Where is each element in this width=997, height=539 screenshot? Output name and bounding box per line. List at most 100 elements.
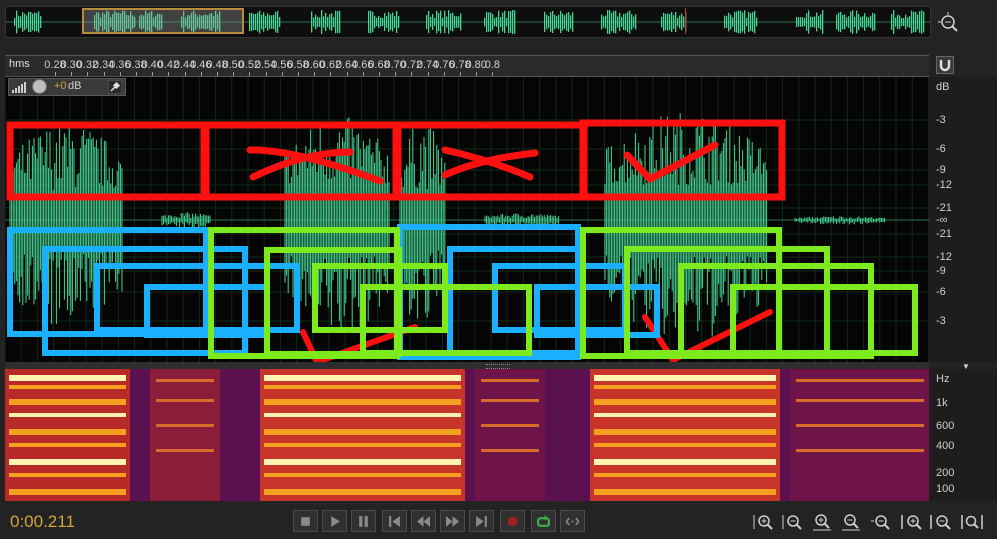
ruler-tick-mark bbox=[411, 72, 413, 76]
zoom-reset-icon[interactable] bbox=[869, 512, 893, 532]
zoom-in-amplitude-icon[interactable] bbox=[752, 512, 776, 532]
spectral-harmonic bbox=[594, 459, 776, 465]
ruler-tick-mark bbox=[217, 72, 218, 76]
spectral-burst bbox=[790, 369, 929, 501]
stop-button[interactable] bbox=[293, 510, 318, 532]
snap-magnet-button[interactable] bbox=[936, 56, 954, 74]
overview-viewport-handle[interactable] bbox=[82, 8, 244, 34]
hz-scale: Hz 1k 600 400 200 100 bbox=[929, 369, 997, 501]
zoom-in-point-icon[interactable] bbox=[900, 512, 924, 532]
ruler-tick-mark bbox=[87, 72, 89, 76]
gain-knob[interactable] bbox=[32, 79, 47, 94]
spectral-harmonic bbox=[481, 379, 539, 382]
skip-end-button[interactable] bbox=[469, 510, 494, 532]
spectral-harmonic bbox=[264, 473, 461, 477]
loop-icon bbox=[537, 514, 550, 527]
ruler-tick-mark bbox=[249, 72, 251, 76]
spectral-harmonic bbox=[156, 399, 214, 402]
ruler-tick-mark bbox=[265, 72, 267, 76]
loop-button[interactable] bbox=[531, 510, 556, 532]
pause-button[interactable] bbox=[351, 510, 376, 532]
zoom-out-point-icon[interactable] bbox=[929, 512, 953, 532]
ruler-tick-mark bbox=[330, 72, 332, 76]
spectral-harmonic bbox=[594, 385, 776, 389]
skip-end-icon bbox=[476, 515, 487, 527]
zoom-in-time-icon[interactable] bbox=[810, 512, 834, 532]
spectral-harmonic bbox=[264, 459, 461, 465]
zoom-out-time-icon[interactable] bbox=[839, 512, 863, 532]
spectral-harmonic bbox=[264, 375, 461, 381]
stop-icon bbox=[301, 516, 310, 526]
db-label: -∞ bbox=[936, 214, 948, 226]
ruler-tick-mark bbox=[55, 72, 56, 76]
panel-splitter[interactable] bbox=[5, 362, 929, 369]
spectral-harmonic bbox=[594, 375, 776, 381]
fast-forward-button[interactable] bbox=[440, 510, 465, 532]
db-label: -21 bbox=[936, 228, 952, 240]
db-scale: dB -3 -6 -9 -12 -21 -∞ -21 -12 -9 -6 -3 bbox=[929, 77, 997, 362]
skip-start-icon bbox=[389, 515, 400, 527]
hz-label: 400 bbox=[936, 440, 955, 452]
zoom-out-amplitude-icon[interactable] bbox=[781, 512, 805, 532]
zoom-full-icon[interactable] bbox=[960, 512, 984, 532]
record-button[interactable] bbox=[500, 510, 525, 532]
ruler-tick-mark bbox=[152, 72, 154, 76]
db-unit-label: dB bbox=[936, 81, 950, 93]
skip-selection-icon bbox=[566, 517, 579, 525]
ruler-tick-mark bbox=[395, 72, 397, 76]
spectral-frequency-display[interactable] bbox=[5, 369, 929, 501]
gain-unit: dB bbox=[68, 80, 82, 92]
skip-selection-button[interactable] bbox=[560, 510, 585, 532]
ruler-tick-mark bbox=[443, 72, 445, 76]
fast-forward-icon bbox=[446, 515, 459, 527]
play-button[interactable] bbox=[322, 510, 347, 532]
db-label: -6 bbox=[936, 286, 946, 298]
spectral-harmonic bbox=[9, 429, 126, 435]
current-time-display[interactable]: 0:00.211 bbox=[10, 512, 75, 532]
ruler-tick-mark bbox=[314, 72, 316, 76]
ruler-tick-mark bbox=[168, 72, 170, 76]
spectral-harmonic bbox=[156, 379, 214, 382]
waveform-panel[interactable] bbox=[5, 77, 929, 362]
spectral-harmonic bbox=[594, 429, 776, 435]
skip-start-button[interactable] bbox=[382, 510, 407, 532]
hz-unit-label: Hz bbox=[936, 373, 950, 385]
spectral-harmonic bbox=[594, 413, 776, 417]
spectral-harmonic bbox=[9, 473, 126, 477]
rewind-button[interactable] bbox=[411, 510, 436, 532]
db-label: -21 bbox=[936, 202, 952, 214]
hz-label: 100 bbox=[936, 483, 955, 495]
spectral-harmonic bbox=[594, 473, 776, 477]
zoom-navigator-icon[interactable] bbox=[936, 10, 960, 34]
spectral-harmonic bbox=[264, 385, 461, 389]
ruler-tick-mark bbox=[233, 72, 235, 76]
spectral-harmonic bbox=[481, 399, 539, 402]
ruler-unit-label: hms bbox=[9, 58, 30, 70]
db-label: -12 bbox=[936, 251, 952, 263]
ruler-tick-mark bbox=[476, 72, 478, 76]
spectral-harmonic bbox=[594, 489, 776, 495]
spectral-harmonic bbox=[796, 379, 924, 382]
spectral-harmonic bbox=[264, 399, 461, 405]
spectral-harmonic bbox=[264, 429, 461, 435]
rewind-icon bbox=[417, 515, 430, 527]
db-label: -6 bbox=[936, 143, 946, 155]
ruler-tick-mark bbox=[379, 72, 380, 76]
spectral-harmonic bbox=[594, 399, 776, 405]
ruler-tick-mark bbox=[492, 72, 494, 76]
ruler-tick-label: 0.80 bbox=[465, 59, 487, 71]
ruler-tick-mark bbox=[136, 72, 137, 76]
hz-label: 200 bbox=[936, 467, 955, 479]
spectral-harmonic bbox=[9, 399, 126, 405]
spectral-harmonic bbox=[481, 424, 539, 427]
ruler-tick-mark bbox=[281, 72, 283, 76]
pin-icon[interactable] bbox=[108, 80, 122, 94]
spectral-harmonic bbox=[796, 449, 924, 452]
spectral-harmonic bbox=[156, 449, 214, 452]
overview-playhead bbox=[685, 8, 686, 34]
time-ruler[interactable]: 0.28 0.30 0.32 0.34 0.36 0.38 0.40 0.42 0.44 0.46… bbox=[5, 55, 929, 77]
ruler-tick-mark bbox=[427, 72, 429, 76]
ruler-tick-mark bbox=[460, 72, 461, 76]
ruler-tick-mark bbox=[298, 72, 299, 76]
gain-value[interactable]: +0 bbox=[54, 80, 67, 92]
